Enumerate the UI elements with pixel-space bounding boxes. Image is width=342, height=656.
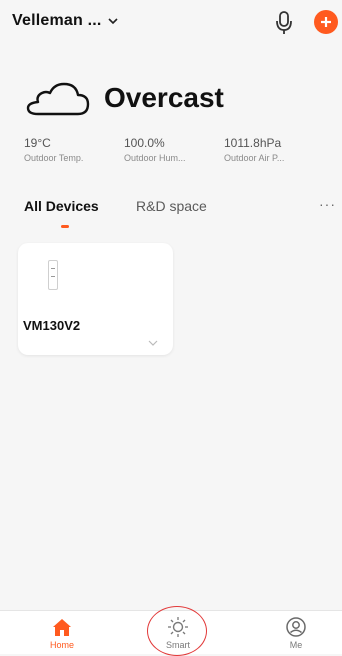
stat-label: Outdoor Hum... [124, 153, 186, 163]
weather-condition: Overcast [104, 82, 224, 113]
user-icon [286, 617, 306, 637]
device-name: VM130V2 [23, 318, 81, 333]
stat-label: Outdoor Temp. [24, 153, 84, 163]
more-options-icon[interactable]: ··· [319, 196, 336, 212]
tab-rd-space[interactable]: R&D space [136, 198, 207, 214]
stat-value: 100.0% [124, 136, 165, 150]
weather-summary: Overcast [26, 78, 224, 118]
home-screen: Velleman ... Overcast 19°C Outdoor Temp. [0, 0, 342, 610]
cloud-icon [26, 82, 90, 116]
tab-all-devices[interactable]: All Devices [24, 198, 99, 214]
top-bar: Velleman ... [0, 0, 342, 48]
device-card[interactable]: VM130V2 [18, 243, 173, 355]
nav-label: Me [289, 640, 303, 650]
room-tabs: All Devices R&D space ··· [24, 196, 336, 238]
home-icon [53, 619, 71, 636]
weather-stats: 19°C Outdoor Temp. 100.0% Outdoor Hum...… [24, 136, 324, 163]
plus-circle-icon [321, 17, 331, 27]
stat-label: Outdoor Air P... [224, 153, 285, 163]
nav-label: Home [49, 640, 74, 650]
home-name: Velleman ... [12, 12, 102, 29]
device-switch-icon [48, 260, 58, 290]
highlight-circle [147, 606, 207, 656]
microphone-icon[interactable] [275, 10, 293, 36]
active-tab-indicator [61, 225, 69, 228]
stat-value: 19°C [24, 136, 51, 150]
stat-temperature: 19°C Outdoor Temp. [24, 136, 124, 163]
chevron-down-icon[interactable] [148, 339, 158, 347]
stat-air-pressure: 1011.8hPa Outdoor Air P... [224, 136, 324, 163]
add-device-button[interactable] [314, 10, 338, 34]
nav-home[interactable]: Home [32, 611, 92, 654]
home-selector[interactable]: Velleman ... [12, 12, 118, 30]
stat-humidity: 100.0% Outdoor Hum... [124, 136, 224, 163]
stat-value: 1011.8hPa [224, 136, 282, 150]
chevron-down-icon [107, 18, 118, 25]
nav-me[interactable]: Me [266, 611, 326, 654]
